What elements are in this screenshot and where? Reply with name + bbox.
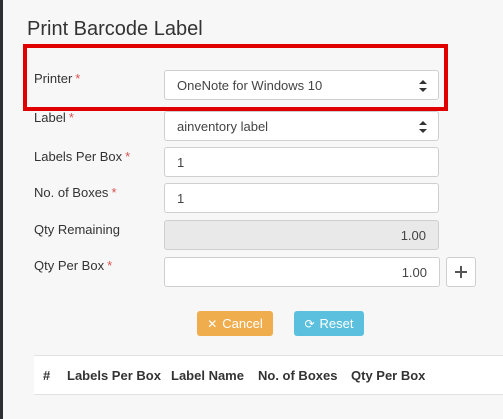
qty-remaining-value: 1.00 — [400, 227, 426, 243]
cancel-button[interactable]: ✕ Cancel — [197, 311, 273, 336]
times-icon: ✕ — [207, 316, 218, 331]
column-header-index: # — [43, 368, 51, 383]
qty-per-box-label-text: Qty Per Box — [34, 258, 105, 273]
label-label-text: Label — [34, 110, 66, 125]
labels-per-box-input[interactable]: 1 — [164, 147, 439, 177]
no-of-boxes-label-text: No. of Boxes — [34, 185, 109, 200]
no-of-boxes-value: 1 — [177, 190, 185, 206]
qty-per-box-label: Qty Per Box * — [34, 258, 112, 273]
cancel-button-label: Cancel — [222, 316, 263, 331]
printer-highlight-box — [23, 44, 448, 111]
page-title: Print Barcode Label — [27, 18, 203, 40]
reset-button[interactable]: ⟳ Reset — [294, 311, 364, 336]
reset-button-label: Reset — [319, 316, 354, 331]
no-of-boxes-input[interactable]: 1 — [164, 183, 439, 213]
column-header-qty-per-box: Qty Per Box — [351, 368, 426, 383]
plus-icon — [455, 266, 467, 278]
qty-per-box-input[interactable]: 1.00 — [164, 257, 440, 287]
required-marker: * — [68, 110, 74, 125]
label-select[interactable]: ainventory label — [164, 111, 439, 141]
labels-per-box-value: 1 — [177, 154, 185, 170]
label-select-value: ainventory label — [177, 118, 269, 134]
qty-remaining-field: 1.00 — [164, 220, 439, 250]
select-arrows-icon — [419, 121, 427, 133]
required-marker: * — [111, 185, 117, 200]
no-of-boxes-label: No. of Boxes * — [34, 185, 117, 200]
column-header-label-name: Label Name — [171, 368, 244, 383]
column-header-labels-per-box: Labels Per Box — [67, 368, 161, 383]
required-marker: * — [125, 149, 131, 164]
required-marker: * — [107, 258, 113, 273]
table-header: # Labels Per Box Label Name No. of Boxes… — [34, 355, 503, 395]
column-header-no-of-boxes: No. of Boxes — [258, 368, 338, 383]
qty-per-box-value: 1.00 — [401, 264, 427, 280]
labels-per-box-label: Labels Per Box * — [34, 149, 130, 164]
add-qty-button[interactable] — [446, 257, 476, 287]
qty-remaining-label-text: Qty Remaining — [34, 222, 120, 237]
refresh-icon: ⟳ — [304, 316, 315, 331]
qty-remaining-label: Qty Remaining — [34, 222, 120, 237]
label-label: Label * — [34, 110, 74, 125]
labels-per-box-label-text: Labels Per Box — [34, 149, 123, 164]
